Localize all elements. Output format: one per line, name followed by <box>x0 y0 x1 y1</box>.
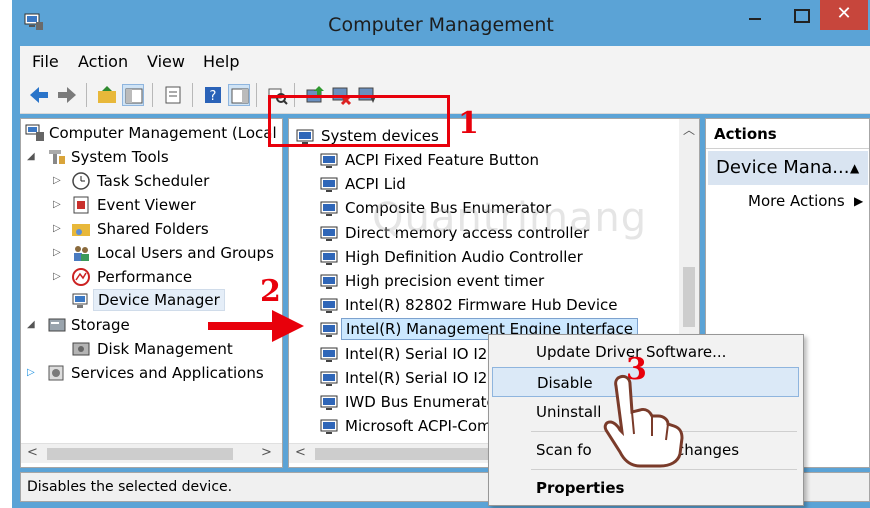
actions-section-device-manager[interactable]: Device Mana... ▲ <box>708 151 868 185</box>
menu-action[interactable]: Action <box>78 52 128 71</box>
annotation-number-2: 2 <box>260 274 281 309</box>
toolbar-separator <box>86 83 87 107</box>
close-button[interactable]: ✕ <box>820 0 868 30</box>
device-icon <box>320 226 338 241</box>
users-icon <box>74 246 89 261</box>
performance-icon <box>72 268 90 286</box>
disk-icon <box>72 342 90 356</box>
annotation-box-1 <box>268 95 450 147</box>
menu-separator <box>531 469 797 470</box>
scroll-left-icon[interactable]: < <box>295 445 306 460</box>
toolbar-separator <box>256 83 257 107</box>
device-item-label: High Definition Audio Controller <box>345 247 583 266</box>
properties-sheet-icon[interactable] <box>162 84 184 106</box>
scrollbar-thumb[interactable] <box>47 448 233 460</box>
storage-icon <box>48 318 66 332</box>
submenu-arrow-icon: ▶ <box>854 194 864 208</box>
actions-section-label: Device Mana... <box>716 157 850 178</box>
device-icon <box>320 298 338 314</box>
scrollbar-thumb[interactable] <box>315 448 505 460</box>
event-viewer-icon <box>73 196 89 214</box>
expanded-arrow-icon[interactable]: ◢ <box>27 313 35 337</box>
device-item-label: Microsoft ACPI-Comp <box>345 417 502 436</box>
device-icon <box>320 153 338 168</box>
device-icon <box>320 177 338 193</box>
collapsed-arrow-icon[interactable]: ▷ <box>53 217 61 241</box>
toolbar-separator <box>192 83 193 107</box>
pointing-hand-icon <box>603 374 684 468</box>
up-folder-icon[interactable] <box>96 84 118 106</box>
device-item-label: High precision event timer <box>345 272 545 290</box>
more-actions-item[interactable]: More Actions ▶ <box>706 189 869 213</box>
device-icon <box>320 250 338 265</box>
actions-header: Actions <box>706 119 869 149</box>
scrollbar-thumb[interactable] <box>683 267 695 327</box>
scan-text-start: Scan fo <box>536 441 592 459</box>
show-hide-tree-icon[interactable] <box>122 84 144 106</box>
menu-file[interactable]: File <box>32 52 59 71</box>
menu-view[interactable]: View <box>147 52 185 71</box>
toolbar-separator <box>152 83 153 107</box>
services-icon <box>48 365 64 381</box>
clock-icon <box>72 172 90 190</box>
collapsed-arrow-icon[interactable]: ▷ <box>53 169 61 193</box>
system-tools-icon <box>49 150 65 164</box>
svg-text:?: ? <box>210 89 217 104</box>
device-icon <box>320 371 338 386</box>
annotation-arrow-icon <box>208 310 304 342</box>
more-actions-label: More Actions <box>748 192 845 210</box>
device-icon <box>320 347 338 362</box>
console-tree-pane: Computer Management (Local ◢ System Tool… <box>20 118 283 468</box>
collapse-up-icon[interactable]: ▲ <box>850 151 859 185</box>
collapsed-arrow-icon[interactable]: ▷ <box>27 361 35 385</box>
back-icon[interactable] <box>28 84 50 106</box>
minimize-button[interactable] <box>732 0 776 30</box>
device-item-label: IWD Bus Enumerator <box>345 393 502 411</box>
device-icon <box>320 201 338 217</box>
collapsed-arrow-icon[interactable]: ▷ <box>53 193 61 217</box>
menu-properties[interactable]: Properties <box>492 473 799 503</box>
expanded-arrow-icon[interactable]: ◢ <box>27 145 35 169</box>
device-item-label: ACPI Fixed Feature Button <box>345 151 540 169</box>
scroll-right-icon[interactable]: > <box>261 445 272 460</box>
status-text: Disables the selected device. <box>27 479 233 495</box>
shared-folder-icon <box>72 224 90 236</box>
title-bar[interactable]: Computer Management ✕ <box>12 0 870 46</box>
help-icon[interactable]: ? <box>202 84 224 106</box>
device-item-label: Intel(R) 82802 Firmware Hub Device <box>345 296 618 315</box>
device-icon <box>320 274 338 289</box>
tree-horizontal-scrollbar[interactable]: < > <box>21 443 282 463</box>
computer-management-icon <box>25 124 44 141</box>
device-manager-icon <box>72 293 88 308</box>
device-icon <box>320 419 338 435</box>
forward-icon[interactable] <box>56 84 78 106</box>
menu-bar: File Action View Help <box>20 46 870 76</box>
device-icon <box>320 395 338 410</box>
scroll-up-icon[interactable]: ︿ <box>683 121 695 138</box>
menu-help[interactable]: Help <box>203 52 239 71</box>
show-action-pane-icon[interactable] <box>228 84 250 106</box>
collapsed-arrow-icon[interactable]: ▷ <box>53 241 61 265</box>
watermark-text: Quantrimang <box>372 195 648 241</box>
collapsed-arrow-icon[interactable]: ▷ <box>53 265 61 289</box>
close-icon: ✕ <box>836 3 852 24</box>
scroll-left-icon[interactable]: < <box>27 445 38 460</box>
annotation-number-1: 1 <box>458 106 479 141</box>
device-icon <box>320 322 338 338</box>
maximize-button[interactable] <box>778 0 822 30</box>
device-item-label: ACPI Lid <box>345 175 406 194</box>
